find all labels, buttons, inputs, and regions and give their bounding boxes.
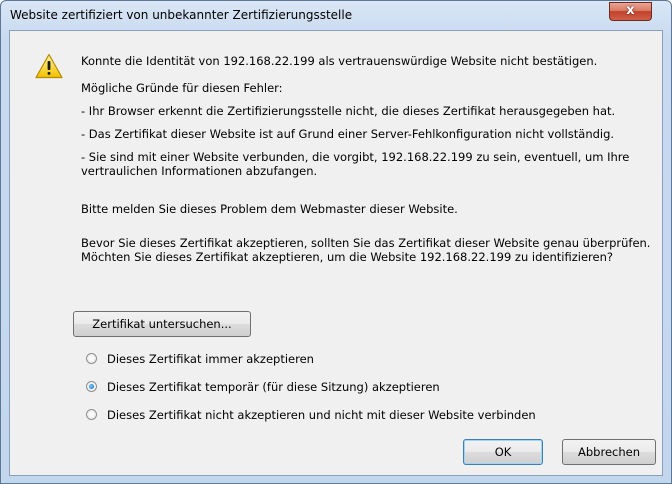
option-label: Dieses Zertifikat temporär (für diese Si…	[107, 380, 440, 394]
dialog-body: Konnte die Identität von 192.168.22.199 …	[9, 30, 663, 476]
reasons-heading: Mögliche Gründe für diesen Fehler:	[81, 81, 283, 95]
accept-question-text: Bevor Sie dieses Zertifikat akzeptieren,…	[81, 236, 651, 264]
warning-icon	[35, 53, 63, 79]
radio-reject[interactable]	[86, 409, 97, 420]
option-label: Dieses Zertifikat immer akzeptieren	[107, 352, 314, 366]
radio-always-accept[interactable]	[86, 353, 97, 364]
examine-certificate-button[interactable]: Zertifikat untersuchen...	[73, 311, 251, 337]
certificate-dialog: Website zertifiziert von unbekannter Zer…	[0, 0, 672, 484]
reason-item: - Sie sind mit einer Website verbunden, …	[81, 150, 630, 178]
reason-item: - Das Zertifikat dieser Website ist auf …	[81, 127, 615, 141]
report-text: Bitte melden Sie dieses Problem dem Webm…	[81, 202, 458, 216]
cancel-button[interactable]: Abbrechen	[562, 439, 656, 465]
window-title: Website zertifiziert von unbekannter Zer…	[10, 8, 353, 22]
close-icon: x	[626, 3, 635, 18]
reason-item: - Ihr Browser erkennt die Zertifizierung…	[81, 104, 616, 118]
headline-text: Konnte die Identität von 192.168.22.199 …	[81, 54, 598, 68]
title-bar[interactable]: Website zertifiziert von unbekannter Zer…	[1, 1, 671, 29]
close-button[interactable]: x	[609, 2, 652, 21]
ok-button[interactable]: OK	[463, 439, 543, 465]
option-label: Dieses Zertifikat nicht akzeptieren und …	[107, 408, 536, 422]
radio-temporary-accept[interactable]	[86, 381, 97, 392]
